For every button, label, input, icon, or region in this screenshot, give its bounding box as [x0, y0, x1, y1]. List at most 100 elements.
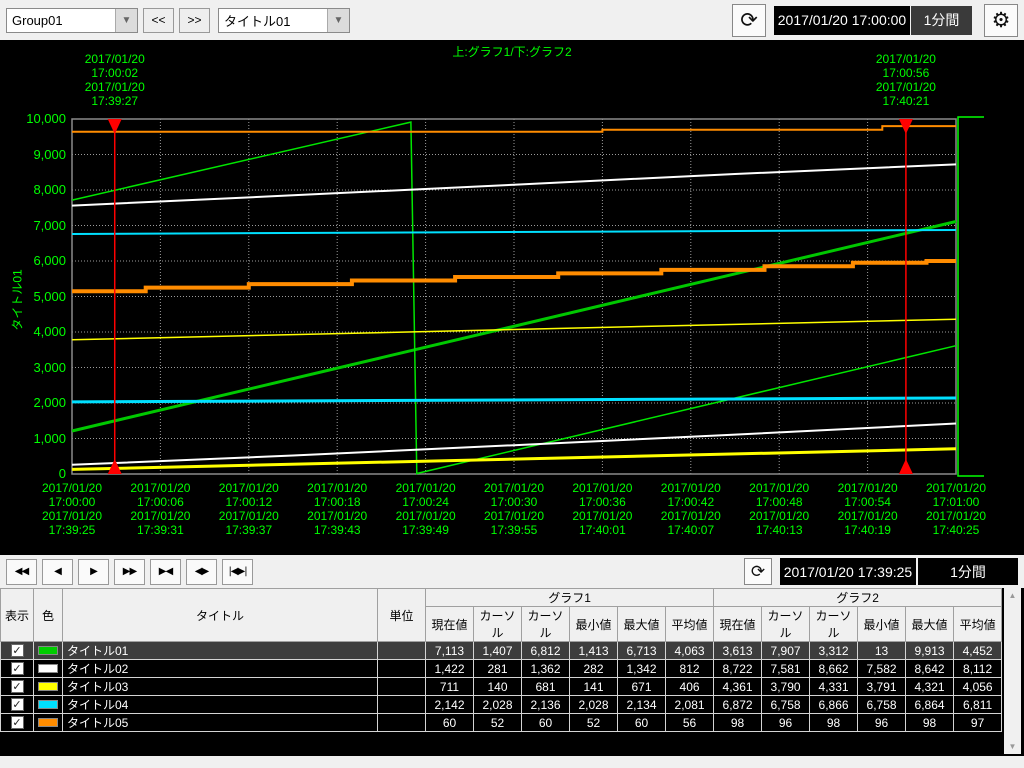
value-cell: 7,113: [426, 642, 474, 660]
subcolumn-header-g2-4: 最大値: [906, 607, 954, 642]
scroll-up-icon[interactable]: ▲: [1009, 591, 1017, 600]
value-cell: 4,331: [810, 678, 858, 696]
y-axis-tick-label: 0: [0, 466, 66, 481]
x-axis-tick-label: 2017/01/20 17:00:48 2017/01/20 17:40:13: [733, 481, 825, 537]
value-cell: 96: [858, 714, 906, 732]
value-cell: 4,056: [954, 678, 1002, 696]
value-cell: 3,791: [858, 678, 906, 696]
chevron-down-icon[interactable]: ▼: [327, 9, 349, 32]
series-title-cell: タイトル02: [63, 660, 378, 678]
visibility-checkbox[interactable]: ✓: [11, 662, 24, 675]
value-cell: 56: [666, 714, 714, 732]
step-forward-button[interactable]: ▶: [78, 559, 109, 585]
value-cell: 96: [762, 714, 810, 732]
subcolumn-header-g1-1: カーソル: [474, 607, 522, 642]
series-title-cell: タイトル01: [63, 642, 378, 660]
table-scrollbar[interactable]: ▲ ▼: [1004, 588, 1021, 754]
visibility-checkbox[interactable]: ✓: [11, 680, 24, 693]
visibility-checkbox[interactable]: ✓: [11, 716, 24, 729]
table-row[interactable]: ✓タイトル042,1422,0282,1362,0282,1342,0816,8…: [1, 696, 1002, 714]
chevron-down-icon[interactable]: ▼: [115, 9, 137, 32]
color-cell: [34, 714, 63, 732]
table-row[interactable]: ✓タイトル017,1131,4076,8121,4136,7134,0633,6…: [1, 642, 1002, 660]
value-cell: 4,361: [714, 678, 762, 696]
value-cell: 1,407: [474, 642, 522, 660]
trend-monitor-window: Group01 ▼ << >> タイトル01 ▼ ⟳ 2017/01/20 17…: [0, 0, 1024, 768]
value-cell: 7,582: [858, 660, 906, 678]
expand-time-button[interactable]: ◀▶: [186, 559, 217, 585]
value-cell: 1,413: [570, 642, 618, 660]
interval-button-bottom[interactable]: 1分間: [916, 558, 1018, 585]
value-cell: 671: [618, 678, 666, 696]
value-cell: 1,342: [618, 660, 666, 678]
jump-ends-button[interactable]: |◀▶|: [222, 559, 253, 585]
scale-bracket: [958, 117, 984, 476]
table-row[interactable]: ✓タイトル05605260526056989698969897: [1, 714, 1002, 732]
interval-button[interactable]: 1分間: [910, 6, 972, 35]
title-select[interactable]: タイトル01 ▼: [218, 8, 350, 33]
cursor-timestamp-label-2: 2017/01/20 17:00:56 2017/01/20 17:40:21: [854, 52, 958, 108]
value-cell: 60: [426, 714, 474, 732]
visibility-cell[interactable]: ✓: [1, 696, 34, 714]
series-color-swatch: [38, 718, 58, 727]
visibility-checkbox[interactable]: ✓: [11, 644, 24, 657]
value-cell: 8,642: [906, 660, 954, 678]
top-toolbar: Group01 ▼ << >> タイトル01 ▼ ⟳ 2017/01/20 17…: [0, 0, 1024, 40]
value-cell: 2,134: [618, 696, 666, 714]
table-row[interactable]: ✓タイトル021,4222811,3622821,3428128,7227,58…: [1, 660, 1002, 678]
refresh-button-bottom[interactable]: ⟳: [744, 558, 772, 585]
x-axis-tick-label: 2017/01/20 17:01:00 2017/01/20 17:40:25: [910, 481, 1002, 537]
visibility-checkbox[interactable]: ✓: [11, 698, 24, 711]
next-button[interactable]: >>: [179, 8, 210, 33]
forward-fast-button[interactable]: ▶▶: [114, 559, 145, 585]
value-cell: 406: [666, 678, 714, 696]
value-cell: 4,321: [906, 678, 954, 696]
y-axis-tick-label: 2,000: [0, 395, 66, 410]
x-axis-tick-label: 2017/01/20 17:00:12 2017/01/20 17:39:37: [203, 481, 295, 537]
value-cell: 8,722: [714, 660, 762, 678]
chart-canvas[interactable]: [0, 40, 1024, 555]
trend-chart: 上:グラフ1/下:グラフ2 タイトル01 10,0009,0008,0007,0…: [0, 40, 1024, 555]
value-cell: 8,662: [810, 660, 858, 678]
value-cell: 60: [618, 714, 666, 732]
table-row[interactable]: ✓タイトル037111406811416714064,3613,7904,331…: [1, 678, 1002, 696]
visibility-cell[interactable]: ✓: [1, 660, 34, 678]
playback-toolbar: ◀◀◀▶▶▶▶◀◀▶|◀▶| ⟳ 2017/01/20 17:39:25 1分間: [0, 555, 1024, 588]
value-cell: 6,713: [618, 642, 666, 660]
x-axis-tick-label: 2017/01/20 17:00:24 2017/01/20 17:39:49: [380, 481, 472, 537]
column-header-color: 色: [34, 589, 63, 642]
refresh-icon: ⟳: [751, 562, 765, 582]
series-title-cell: タイトル03: [63, 678, 378, 696]
value-cell: 60: [522, 714, 570, 732]
value-cell: 7,581: [762, 660, 810, 678]
series-color-swatch: [38, 664, 58, 673]
value-cell: 1,422: [426, 660, 474, 678]
value-cell: 2,028: [570, 696, 618, 714]
value-cell: 7,907: [762, 642, 810, 660]
series-table: 表示色タイトル単位グラフ1グラフ2現在値カーソルカーソル最小値最大値平均値現在値…: [0, 588, 1002, 732]
series-line-タイトル01-グラフ2: [72, 122, 956, 473]
y-axis-tick-label: 3,000: [0, 360, 66, 375]
series-title-cell: タイトル04: [63, 696, 378, 714]
subcolumn-header-g1-0: 現在値: [426, 607, 474, 642]
prev-button[interactable]: <<: [143, 8, 174, 33]
x-axis-tick-label: 2017/01/20 17:00:18 2017/01/20 17:39:43: [291, 481, 383, 537]
value-cell: 6,811: [954, 696, 1002, 714]
value-cell: 6,872: [714, 696, 762, 714]
rewind-fast-button[interactable]: ◀◀: [6, 559, 37, 585]
visibility-cell[interactable]: ✓: [1, 642, 34, 660]
scroll-down-icon[interactable]: ▼: [1009, 742, 1017, 751]
visibility-cell[interactable]: ✓: [1, 714, 34, 732]
x-axis-tick-label: 2017/01/20 17:00:42 2017/01/20 17:40:07: [645, 481, 737, 537]
settings-button[interactable]: ⚙: [984, 4, 1018, 37]
step-back-button[interactable]: ◀: [42, 559, 73, 585]
visibility-cell[interactable]: ✓: [1, 678, 34, 696]
compress-time-button[interactable]: ▶◀: [150, 559, 181, 585]
value-cell: 281: [474, 660, 522, 678]
group-select[interactable]: Group01 ▼: [6, 8, 138, 33]
subcolumn-header-g2-5: 平均値: [954, 607, 1002, 642]
bottom-strip: [0, 756, 1024, 768]
refresh-button[interactable]: ⟳: [732, 4, 766, 37]
subcolumn-header-g1-3: 最小値: [570, 607, 618, 642]
x-axis-tick-label: 2017/01/20 17:00:54 2017/01/20 17:40:19: [822, 481, 914, 537]
